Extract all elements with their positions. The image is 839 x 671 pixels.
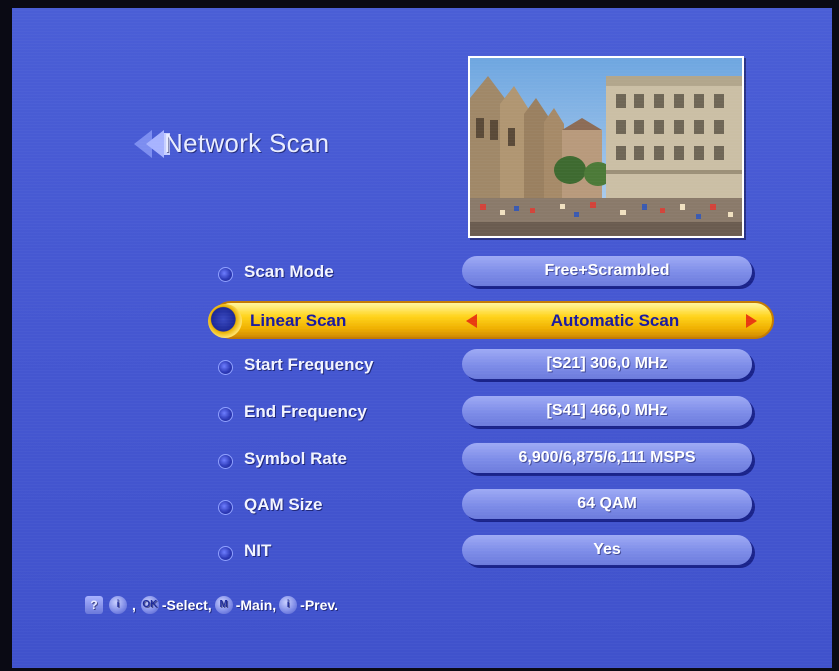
preview-image: [470, 58, 742, 236]
selected-bullet-icon: [208, 304, 242, 338]
menu-row-linear-scan[interactable]: Linear Scan Automatic Scan: [208, 301, 778, 341]
menu-label-symbol-rate: Symbol Rate: [244, 449, 347, 468]
start-frequency-value[interactable]: [S21] 306,0 MHz: [462, 349, 752, 379]
linear-scan-value[interactable]: Automatic Scan: [470, 311, 760, 331]
info-icon[interactable]: i: [109, 596, 127, 614]
menu-row-symbol-rate[interactable]: Symbol Rate 6,900/6,875/6,111 MSPS: [202, 440, 772, 480]
menu-row-end-frequency[interactable]: End Frequency [S41] 466,0 MHz: [202, 393, 772, 433]
bullet-icon: [218, 500, 233, 515]
menu-label-qam-size: QAM Size: [244, 495, 323, 514]
end-frequency-value[interactable]: [S41] 466,0 MHz: [462, 396, 752, 426]
scan-mode-value[interactable]: Free+Scrambled: [462, 256, 752, 286]
main-hint: -Main,: [235, 597, 277, 613]
menu-label-end-frequency: End Frequency: [244, 402, 367, 421]
bullet-icon: [218, 267, 233, 282]
menu-row-start-frequency[interactable]: Start Frequency [S21] 306,0 MHz: [202, 346, 772, 386]
menu-label-start-frequency: Start Frequency: [244, 355, 374, 374]
ok-icon[interactable]: OK: [140, 596, 159, 614]
nit-value[interactable]: Yes: [462, 535, 752, 565]
menu-row-scan-mode[interactable]: Scan Mode Free+Scrambled: [202, 253, 772, 293]
arrow-right-icon[interactable]: [746, 314, 757, 328]
bullet-icon: [218, 546, 233, 561]
bullet-icon: [218, 454, 233, 469]
tv-menu-screen: Network Scan Scan Mode Free+Scrambled Li…: [12, 8, 832, 668]
menu-row-nit[interactable]: NIT Yes: [202, 532, 772, 572]
prev-hint: -Prev.: [300, 597, 339, 613]
help-bar: ? i , OK -Select, M -Main, i -Prev.: [82, 592, 338, 618]
menu-row-qam-size[interactable]: QAM Size 64 QAM: [202, 486, 772, 526]
bullet-icon: [218, 407, 233, 422]
page-title: Network Scan: [164, 128, 330, 158]
bullet-icon: [218, 360, 233, 375]
help-icon[interactable]: ?: [85, 596, 103, 614]
select-hint: -Select,: [161, 597, 212, 613]
symbol-rate-value[interactable]: 6,900/6,875/6,111 MSPS: [462, 443, 752, 473]
prev-icon[interactable]: i: [279, 596, 298, 614]
tv-preview-window: [468, 56, 744, 238]
separator: ,: [132, 597, 136, 613]
qam-size-value[interactable]: 64 QAM: [462, 489, 752, 519]
menu-label-scan-mode: Scan Mode: [244, 262, 334, 281]
main-icon[interactable]: M: [214, 596, 233, 614]
menu-label-nit: NIT: [244, 541, 272, 560]
menu-label-linear-scan: Linear Scan: [250, 311, 347, 330]
